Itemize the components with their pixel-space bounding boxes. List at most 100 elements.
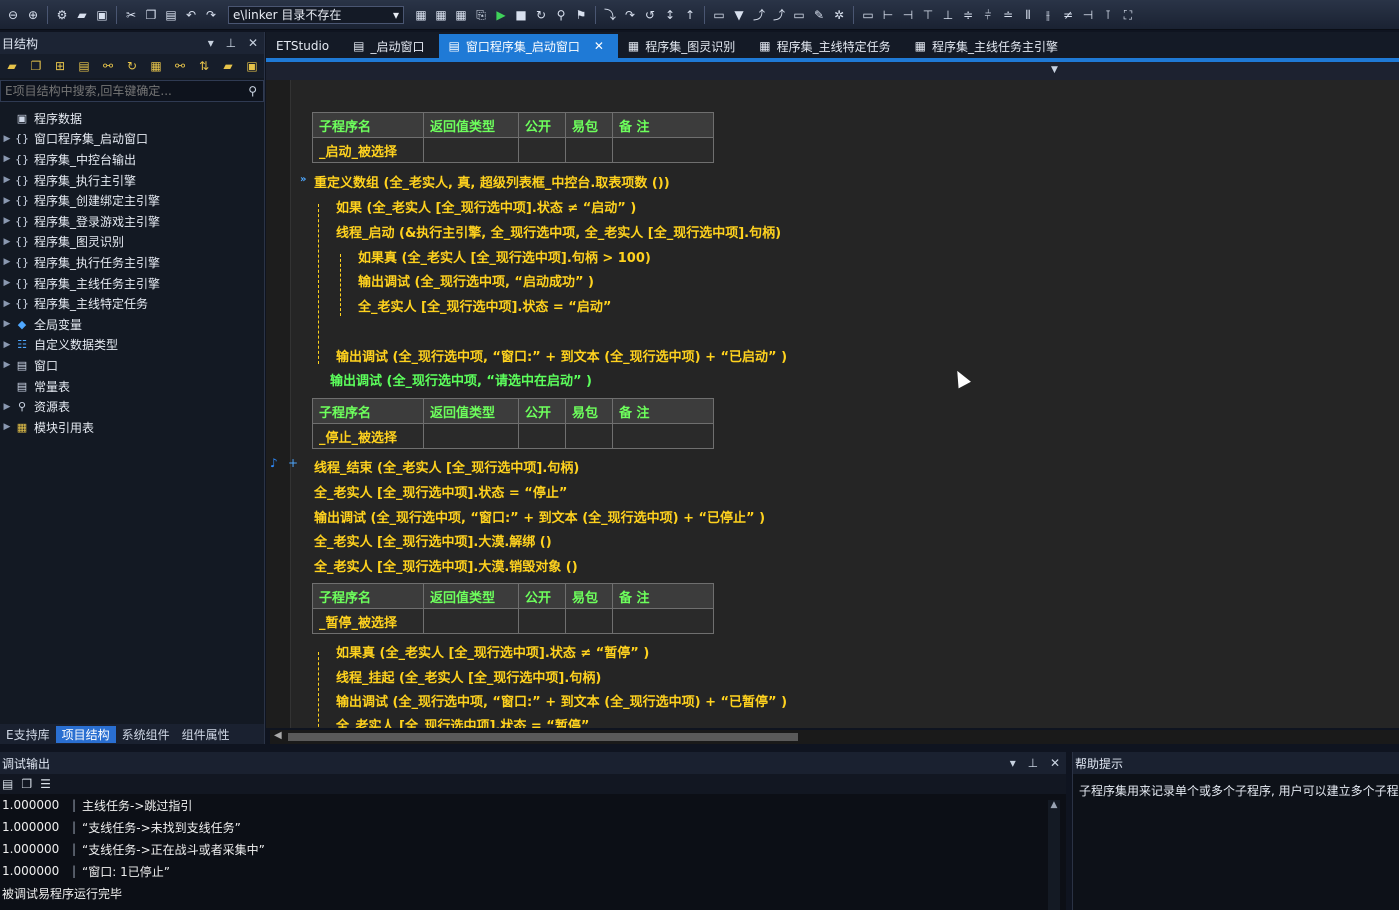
tree-item-module[interactable]: ▶{} 程序集_登录游戏主引擎 [0, 211, 264, 232]
align-right-icon[interactable]: ⊣ [899, 6, 917, 24]
copy-icon[interactable]: ❐ [26, 59, 46, 73]
same-size-icon[interactable]: ⊣ [1079, 6, 1097, 24]
code-line[interactable]: 重定义数组 (全_老实人, 真, 超级列表框_中控台.取表项数 ()) [314, 172, 670, 191]
code-line[interactable]: 全_老实人 [全_现行选中项].状态 = “停止” [314, 482, 567, 501]
expander-icon[interactable]: ▶ [0, 196, 14, 206]
add-item-icon[interactable]: ▦ [146, 59, 166, 73]
scroll-up-icon[interactable]: ▲ [1048, 800, 1060, 810]
editor-horizontal-scrollbar[interactable]: ◀ [270, 730, 1399, 744]
code-line[interactable]: 如果真 (全_老实人 [全_现行选中项].句柄 > 100) [358, 247, 651, 266]
code-line[interactable]: 全_老实人 [全_现行选中项].大漠.解绑 () [314, 531, 552, 550]
cell-easy-pack[interactable] [565, 423, 613, 449]
step-over-icon[interactable]: ↷ [621, 6, 639, 24]
tree-item-module[interactable]: ▶{} 程序集_主线特定任务 [0, 293, 264, 314]
cell-return-type[interactable] [423, 608, 519, 634]
bookmark-icon[interactable]: ▼ [730, 6, 748, 24]
tab-order-icon[interactable]: ▭ [859, 6, 877, 24]
undo-icon[interactable]: ↶ [182, 6, 200, 24]
save-icon[interactable]: ▣ [93, 6, 111, 24]
expander-icon[interactable]: ▶ [0, 422, 14, 432]
expander-icon[interactable]: ▶ [0, 237, 14, 247]
close-tab-icon[interactable]: ✕ [594, 39, 604, 53]
open-folder-icon[interactable]: ▰ [73, 6, 91, 24]
output-vertical-scrollbar[interactable]: ▲ [1048, 800, 1060, 910]
dropdown-icon[interactable]: ▾ [1010, 756, 1016, 770]
tab-component-properties[interactable]: 组件属性 [176, 726, 236, 743]
tree-item-program-data[interactable]: ▣ 程序数据 [0, 108, 264, 129]
clear-bookmark-icon[interactable]: ▭ [790, 6, 808, 24]
expander-icon[interactable]: ▶ [0, 154, 14, 164]
redo-icon[interactable]: ↷ [202, 6, 220, 24]
same-height-icon[interactable]: ≠ [1059, 6, 1077, 24]
tree-item-modules[interactable]: ▶ ▦ 模块引用表 [0, 417, 264, 438]
expander-icon[interactable]: ▶ [0, 319, 14, 329]
folder-icon[interactable]: ▰ [218, 59, 238, 73]
tree-item-module[interactable]: ▶{} 窗口程序集_启动窗口 [0, 129, 264, 150]
cut-icon[interactable]: ✂ [122, 6, 140, 24]
tab-project-structure[interactable]: 项目结构 [55, 725, 116, 743]
tab-support-library[interactable]: E支持库 [0, 726, 56, 743]
code-line[interactable]: 输出调试 (全_现行选中项, “启动成功” ) [358, 271, 594, 290]
cell-return-type[interactable] [423, 137, 519, 163]
cell-public[interactable] [518, 423, 566, 449]
tab-main-task-module[interactable]: ▦ 程序集_主线特定任务 [749, 34, 904, 58]
cell-return-type[interactable] [423, 423, 519, 449]
run-icon[interactable]: ▶ [492, 6, 510, 24]
new-folder-icon[interactable]: ▰ [2, 59, 22, 73]
tree-item-windows[interactable]: ▶ ▤ 窗口 [0, 355, 264, 376]
breakpoint-marker-icon[interactable]: ♪ [270, 456, 278, 470]
code-editor[interactable]: ♪ + 子程序名 返回值类型 公开 易包 备 注 _启动_被选择 » 重定义数组… [266, 80, 1399, 728]
scroll-left-icon[interactable]: ◀ [274, 730, 282, 741]
expander-icon[interactable]: ▶ [0, 175, 14, 185]
project-search-input[interactable] [3, 83, 227, 99]
filter-output-icon[interactable]: ☰ [40, 777, 51, 791]
remove-item-icon[interactable]: ⚯ [170, 59, 190, 73]
cell-public[interactable] [518, 608, 566, 634]
subroutine-name[interactable]: _停止_被选择 [312, 423, 424, 449]
step-into-icon[interactable]: ⤵ [601, 6, 619, 24]
align-top-icon[interactable]: ⊤ [919, 6, 937, 24]
pin-icon[interactable]: ⊥ [226, 36, 236, 50]
align-left-icon[interactable]: ⊢ [879, 6, 897, 24]
subroutine-name[interactable]: _暂停_被选择 [312, 608, 424, 634]
code-line[interactable]: 全_老实人 [全_现行选中项].大漠.销毁对象 () [314, 556, 578, 575]
code-line[interactable]: 输出调试 (全_现行选中项, “窗口:” + 到文本 (全_现行选中项) + “… [336, 691, 787, 710]
tab-window-module[interactable]: ▤ 窗口程序集_启动窗口 ✕ [438, 34, 618, 58]
pin-icon[interactable]: ⊥ [1028, 756, 1038, 770]
tab-turing-module[interactable]: ▦ 程序集_图灵识别 [618, 34, 749, 58]
center-vertical-icon[interactable]: ≑ [959, 6, 977, 24]
scrollbar-thumb[interactable] [288, 733, 798, 741]
code-line[interactable]: 输出调试 (全_现行选中项, “窗口:” + 到文本 (全_现行选中项) + “… [314, 507, 765, 526]
step-icon[interactable]: ⚑ [572, 6, 590, 24]
back-icon[interactable]: ⊖ [4, 6, 22, 24]
tree-item-module[interactable]: ▶{} 程序集_主线任务主引擎 [0, 273, 264, 294]
code-line[interactable]: 如果真 (全_老实人 [全_现行选中项].状态 ≠ “暂停” ) [336, 642, 649, 661]
clear-output-icon[interactable]: ▤ [2, 777, 13, 791]
move-up-icon[interactable]: ↕ [661, 6, 679, 24]
space-horizontal-icon[interactable]: ⦀ [1019, 6, 1037, 24]
expander-icon[interactable]: ▶ [0, 299, 14, 309]
breakpoint-icon[interactable]: ⚲ [552, 6, 570, 24]
close-icon[interactable]: ✕ [248, 36, 258, 50]
tool-icon[interactable]: ✎ [810, 6, 828, 24]
tree-item-module[interactable]: ▶{} 程序集_中控台输出 [0, 149, 264, 170]
tree-item-constants[interactable]: ▤ 常量表 [0, 376, 264, 397]
link-icon[interactable]: ⚯ [98, 59, 118, 73]
copy-icon[interactable]: ❐ [142, 6, 160, 24]
fullscreen-icon[interactable]: ⛶ [1119, 6, 1137, 24]
size-width-icon[interactable]: ⊺ [1099, 6, 1117, 24]
build-all-icon[interactable]: ▦ [452, 6, 470, 24]
layout-icon[interactable]: ▭ [710, 6, 728, 24]
code-line[interactable]: 输出调试 (全_现行选中项, “窗口:” + 到文本 (全_现行选中项) + “… [336, 346, 787, 365]
restart-icon[interactable]: ↻ [532, 6, 550, 24]
chevron-down-icon[interactable]: ▼ [1051, 65, 1058, 75]
step-out-icon[interactable]: ↺ [641, 6, 659, 24]
add-class-icon[interactable]: ▤ [74, 59, 94, 73]
subroutine-name[interactable]: _启动_被选择 [312, 137, 424, 163]
close-icon[interactable]: ✕ [1050, 756, 1060, 770]
copy-output-icon[interactable]: ❐ [21, 777, 32, 791]
cell-remarks[interactable] [612, 137, 714, 163]
expand-plus-icon[interactable]: + [288, 456, 298, 470]
same-width-icon[interactable]: ⫲ [1039, 6, 1057, 24]
tree-item-custom-types[interactable]: ▶ ☷ 自定义数据类型 [0, 335, 264, 356]
